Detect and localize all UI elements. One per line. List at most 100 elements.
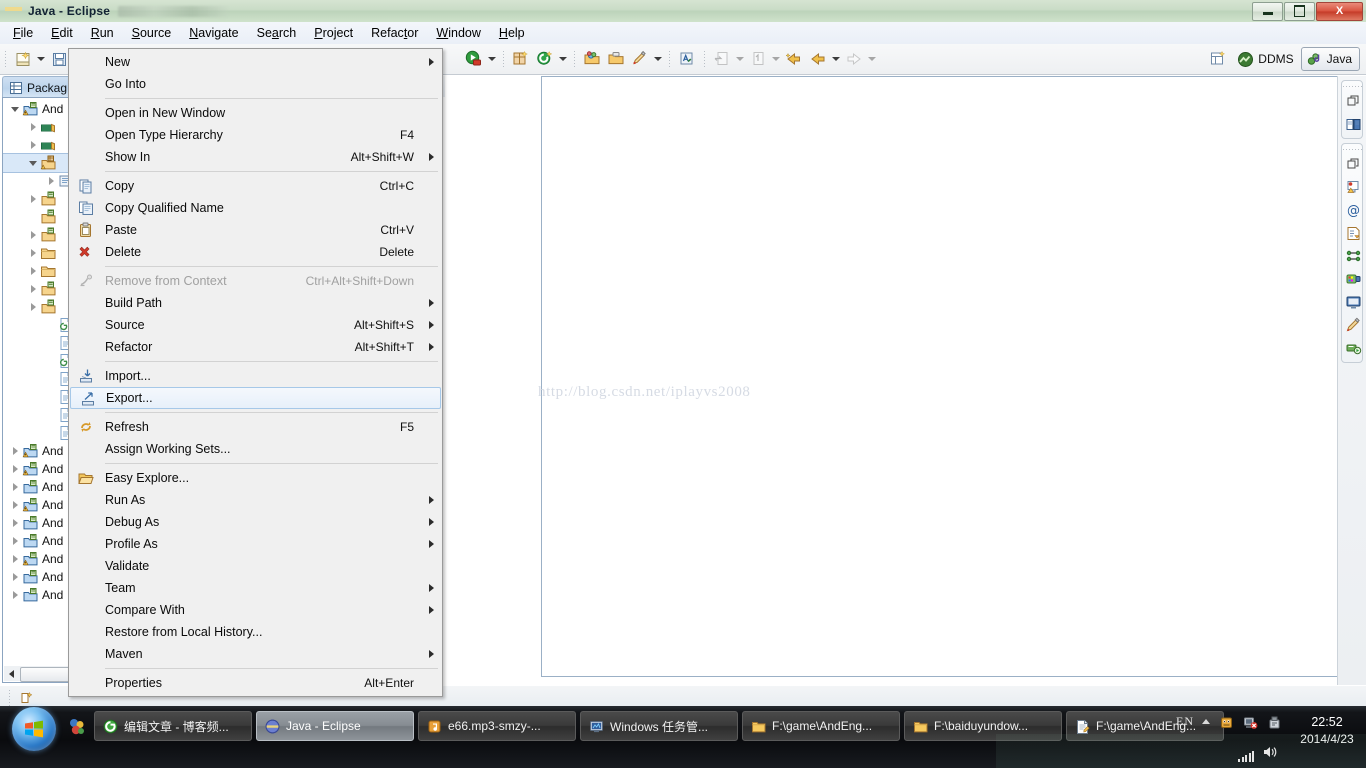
tree-expand-arrow-icon[interactable] xyxy=(27,190,39,208)
menu-file[interactable]: File xyxy=(4,24,42,42)
menu-project[interactable]: Project xyxy=(305,24,362,42)
toolbar-grip-5[interactable] xyxy=(667,49,672,69)
menu-source[interactable]: Source xyxy=(123,24,181,42)
tray-safely-remove-icon[interactable] xyxy=(1266,714,1282,730)
next-annotation-icon[interactable] xyxy=(676,48,698,70)
menu-item-assign-working-sets[interactable]: Assign Working Sets... xyxy=(69,438,442,460)
menu-refactor[interactable]: Refactor xyxy=(362,24,427,42)
taskbar-item[interactable]: 编辑文章 - 博客频... xyxy=(94,711,252,741)
tree-expand-arrow-icon[interactable] xyxy=(27,118,39,136)
restore-view-2-icon[interactable] xyxy=(1342,153,1364,175)
taskbar-item[interactable]: Java - Eclipse xyxy=(256,711,414,741)
run-view-icon[interactable] xyxy=(1342,337,1364,359)
taskbar-item[interactable]: Windows 任务管... xyxy=(580,711,738,741)
tree-expand-arrow-icon[interactable] xyxy=(27,154,39,172)
menu-item-debug-as[interactable]: Debug As xyxy=(69,511,442,533)
tray-language[interactable]: EN xyxy=(1176,714,1194,729)
menu-window[interactable]: Window xyxy=(427,24,489,42)
restore-button[interactable] xyxy=(1284,1,1315,21)
menu-item-import[interactable]: Import... xyxy=(69,365,442,387)
open-type-icon[interactable] xyxy=(605,48,627,70)
open-perspective-icon[interactable] xyxy=(1207,48,1229,70)
tree-expand-arrow-icon[interactable] xyxy=(9,532,21,550)
menu-item-maven[interactable]: Maven xyxy=(69,643,442,665)
tray-clock[interactable]: 22:52 2014/4/23 xyxy=(1296,714,1358,748)
javadoc-view-icon[interactable] xyxy=(1342,113,1364,135)
menu-item-source[interactable]: Source Alt+Shift+S xyxy=(69,314,442,336)
open-package-icon[interactable] xyxy=(581,48,603,70)
previous-edit-location-icon[interactable] xyxy=(747,48,769,70)
volume-icon[interactable] xyxy=(1262,745,1278,762)
start-button[interactable] xyxy=(12,707,56,751)
console-view-icon[interactable] xyxy=(1342,291,1364,313)
run-icon[interactable] xyxy=(463,48,485,70)
menu-item-export[interactable]: Export... xyxy=(70,387,441,409)
fastview-grip-2[interactable] xyxy=(1342,146,1362,152)
menu-item-restore-from-local-history[interactable]: Restore from Local History... xyxy=(69,621,442,643)
previous-edit-dropdown-icon[interactable] xyxy=(770,48,782,70)
restore-view-icon[interactable] xyxy=(1342,90,1364,112)
tray-network-error-icon[interactable] xyxy=(1242,714,1258,730)
menu-item-profile-as[interactable]: Profile As xyxy=(69,533,442,555)
fastview-grip-1[interactable] xyxy=(1342,83,1362,89)
tree-expand-arrow-icon[interactable] xyxy=(9,460,21,478)
android-dropdown-icon[interactable] xyxy=(557,48,569,70)
tray-antivirus-icon[interactable] xyxy=(1218,714,1234,730)
tree-expand-arrow-icon[interactable] xyxy=(27,226,39,244)
menu-run[interactable]: Run xyxy=(82,24,123,42)
taskbar-item[interactable]: F:\baiduyundow... xyxy=(904,711,1062,741)
save-icon[interactable] xyxy=(48,48,70,70)
problems-view-icon[interactable] xyxy=(1342,176,1364,198)
menu-item-copy[interactable]: Copy Ctrl+C xyxy=(69,175,442,197)
logcat-view-icon[interactable] xyxy=(1342,268,1364,290)
menu-item-compare-with[interactable]: Compare With xyxy=(69,599,442,621)
menu-item-build-path[interactable]: Build Path xyxy=(69,292,442,314)
toolbar-grip-4[interactable] xyxy=(572,49,577,69)
forward-icon[interactable] xyxy=(843,48,865,70)
menu-item-new[interactable]: New xyxy=(69,51,442,73)
tree-expand-arrow-icon[interactable] xyxy=(9,100,21,118)
hscroll-left-icon[interactable] xyxy=(4,666,19,681)
quicklaunch-icon[interactable] xyxy=(66,712,88,742)
back-dropdown-icon[interactable] xyxy=(830,48,842,70)
taskbar-item[interactable]: e66.mp3-smzy-... xyxy=(418,711,576,741)
new-android-xml-icon[interactable] xyxy=(534,48,556,70)
menu-item-run-as[interactable]: Run As xyxy=(69,489,442,511)
search-view-icon[interactable] xyxy=(1342,314,1364,336)
tree-expand-arrow-icon[interactable] xyxy=(9,550,21,568)
back-history-icon[interactable] xyxy=(783,48,805,70)
new-android-project-icon[interactable] xyxy=(510,48,532,70)
menu-item-paste[interactable]: Paste Ctrl+V xyxy=(69,219,442,241)
run-dropdown-icon[interactable] xyxy=(486,48,498,70)
menu-item-properties[interactable]: Properties Alt+Enter xyxy=(69,672,442,694)
back-icon[interactable] xyxy=(807,48,829,70)
toolbar-grip-6[interactable] xyxy=(702,49,707,69)
tree-expand-arrow-icon[interactable] xyxy=(9,568,21,586)
tray-expand-icon[interactable] xyxy=(1202,719,1210,724)
new-wizard-icon[interactable] xyxy=(12,48,34,70)
close-button[interactable]: X xyxy=(1316,1,1363,21)
toolbar-grip-3[interactable] xyxy=(501,49,506,69)
menu-item-refactor[interactable]: Refactor Alt+Shift+T xyxy=(69,336,442,358)
tree-expand-arrow-icon[interactable] xyxy=(9,514,21,532)
tab-package-explorer[interactable]: Packag xyxy=(2,76,77,98)
new-wizard-dropdown-icon[interactable] xyxy=(35,48,47,70)
statusbar-grip[interactable] xyxy=(7,688,12,708)
signal-strength-icon[interactable] xyxy=(1238,751,1254,762)
menu-item-go-into[interactable]: Go Into xyxy=(69,73,442,95)
call-hierarchy-view-icon[interactable] xyxy=(1342,245,1364,267)
menu-item-refresh[interactable]: Refresh F5 xyxy=(69,416,442,438)
tree-expand-arrow-icon[interactable] xyxy=(27,244,39,262)
annotations-view-icon[interactable]: @ xyxy=(1342,199,1364,221)
tree-expand-arrow-icon[interactable] xyxy=(27,298,39,316)
menu-edit[interactable]: Edit xyxy=(42,24,82,42)
menu-item-open-type-hierarchy[interactable]: Open Type Hierarchy F4 xyxy=(69,124,442,146)
tree-expand-arrow-icon[interactable] xyxy=(45,172,57,190)
menu-item-easy-explore[interactable]: Easy Explore... xyxy=(69,467,442,489)
perspective-ddms[interactable]: DDMS xyxy=(1234,51,1296,68)
menu-item-team[interactable]: Team xyxy=(69,577,442,599)
tree-expand-arrow-icon[interactable] xyxy=(9,478,21,496)
forward-dropdown-icon[interactable] xyxy=(866,48,878,70)
taskbar-item[interactable]: F:\game\AndEng... xyxy=(742,711,900,741)
menu-item-delete[interactable]: Delete Delete xyxy=(69,241,442,263)
